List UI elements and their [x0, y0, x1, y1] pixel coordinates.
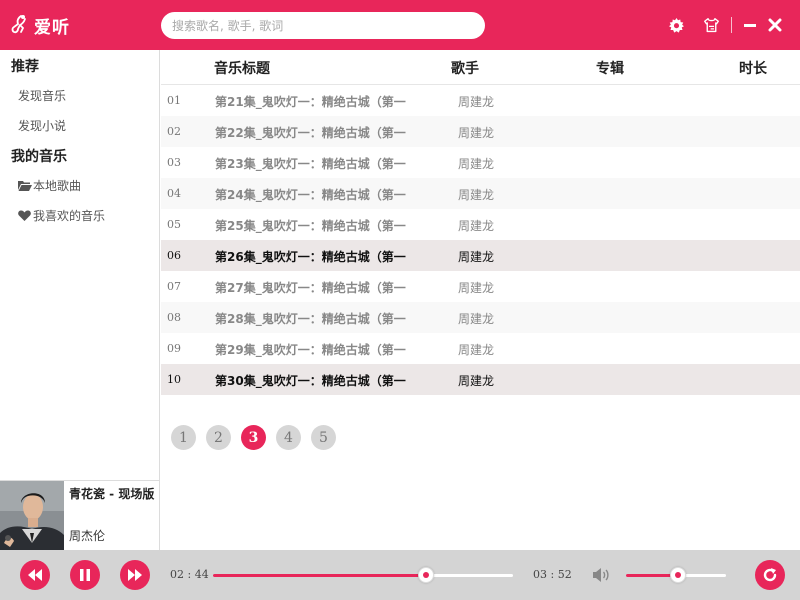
sidebar-item-label: 发现音乐: [18, 89, 67, 103]
page-button-4[interactable]: 4: [276, 425, 301, 450]
previous-button[interactable]: [20, 560, 50, 590]
row-number: 08: [167, 311, 181, 324]
close-icon[interactable]: [765, 15, 785, 35]
total-time: 03 : 52: [533, 568, 572, 581]
row-number: 10: [167, 373, 181, 386]
row-artist: 周建龙: [458, 312, 495, 326]
skin-icon[interactable]: [701, 15, 721, 35]
row-number: 07: [167, 280, 181, 293]
previous-icon: [28, 569, 42, 581]
page-button-5[interactable]: 5: [311, 425, 336, 450]
row-number: 03: [167, 156, 181, 169]
row-title: 第21集_鬼吹灯一：精绝古城（第一: [215, 95, 406, 109]
music-note-logo-icon: [11, 15, 26, 34]
column-header-duration[interactable]: 时长: [739, 58, 767, 78]
progress-handle[interactable]: [418, 567, 434, 583]
table-row[interactable]: 09 第29集_鬼吹灯一：精绝古城（第一 周建龙: [161, 333, 800, 364]
row-title: 第22集_鬼吹灯一：精绝古城（第一: [215, 126, 406, 140]
repeat-button[interactable]: [755, 560, 785, 590]
sidebar-item-label: 我喜欢的音乐: [33, 209, 106, 223]
now-playing-title[interactable]: 青花瓷 - 现场版: [69, 487, 155, 502]
title-bar: 爱听: [0, 0, 800, 50]
row-title: 第25集_鬼吹灯一：精绝古城（第一: [215, 219, 406, 233]
row-artist: 周建龙: [458, 343, 495, 357]
table-row[interactable]: 05 第25集_鬼吹灯一：精绝古城（第一 周建龙: [161, 209, 800, 240]
next-icon: [128, 569, 142, 581]
table-row-selected[interactable]: 06 第26集_鬼吹灯一：精绝古城（第一 周建龙: [161, 240, 800, 271]
page-button-2[interactable]: 2: [206, 425, 231, 450]
row-number: 04: [167, 187, 181, 200]
progress-track[interactable]: [213, 574, 513, 577]
next-button[interactable]: [120, 560, 150, 590]
sidebar-item-local-songs[interactable]: 本地歌曲: [18, 177, 81, 194]
header-divider: [731, 17, 732, 33]
column-header-album[interactable]: 专辑: [596, 58, 624, 78]
row-title: 第23集_鬼吹灯一：精绝古城（第一: [215, 157, 406, 171]
row-title: 第26集_鬼吹灯一：精绝古城（第一: [215, 250, 406, 264]
row-artist: 周建龙: [458, 250, 495, 264]
heart-icon: [18, 210, 32, 222]
row-title: 第28集_鬼吹灯一：精绝古城（第一: [215, 312, 406, 326]
repeat-icon: [763, 568, 777, 582]
player-bar: 02 : 44 03 : 52: [0, 550, 800, 600]
sidebar: 推荐 发现音乐 发现小说 我的音乐 本地歌曲 我喜欢的音乐: [0, 50, 160, 480]
row-artist: 周建龙: [458, 219, 495, 233]
row-artist: 周建龙: [458, 95, 495, 109]
album-cover-image[interactable]: [0, 481, 64, 551]
search-input[interactable]: [161, 12, 485, 39]
row-number: 01: [167, 94, 181, 107]
table-row[interactable]: 03 第23集_鬼吹灯一：精绝古城（第一 周建龙: [161, 147, 800, 178]
now-playing-artist[interactable]: 周杰伦: [69, 527, 105, 544]
table-row-playing[interactable]: 10 第30集_鬼吹灯一：精绝古城（第一 周建龙: [161, 364, 800, 395]
sidebar-item-label: 本地歌曲: [33, 179, 82, 193]
table-row[interactable]: 01 第21集_鬼吹灯一：精绝古城（第一 周建龙: [161, 85, 800, 116]
sidebar-heading-recommend: 推荐: [11, 59, 39, 75]
row-number: 06: [167, 249, 181, 262]
sidebar-item-label: 发现小说: [18, 119, 67, 133]
column-header-artist[interactable]: 歌手: [451, 58, 479, 78]
row-number: 09: [167, 342, 181, 355]
row-artist: 周建龙: [458, 281, 495, 295]
folder-icon: [18, 180, 32, 192]
page-button-1[interactable]: 1: [171, 425, 196, 450]
row-number: 05: [167, 218, 181, 231]
pause-button[interactable]: [70, 560, 100, 590]
sidebar-item-liked-music[interactable]: 我喜欢的音乐: [18, 207, 105, 224]
table-row[interactable]: 02 第22集_鬼吹灯一：精绝古城（第一 周建龙: [161, 116, 800, 147]
volume-icon[interactable]: [592, 567, 610, 583]
table-row[interactable]: 07 第27集_鬼吹灯一：精绝古城（第一 周建龙: [161, 271, 800, 302]
now-playing-panel[interactable]: 青花瓷 - 现场版 周杰伦: [0, 480, 160, 551]
sidebar-item-discover-novels[interactable]: 发现小说: [18, 117, 66, 134]
row-title: 第29集_鬼吹灯一：精绝古城（第一: [215, 343, 406, 357]
table-row[interactable]: 04 第24集_鬼吹灯一：精绝古城（第一 周建龙: [161, 178, 800, 209]
volume-handle[interactable]: [670, 567, 686, 583]
row-number: 02: [167, 125, 181, 138]
sidebar-item-discover-music[interactable]: 发现音乐: [18, 87, 66, 104]
gear-icon[interactable]: [666, 15, 686, 35]
app-logo: 爱听: [10, 12, 70, 38]
row-title: 第24集_鬼吹灯一：精绝古城（第一: [215, 188, 406, 202]
sidebar-heading-my-music: 我的音乐: [11, 149, 67, 165]
row-artist: 周建龙: [458, 157, 495, 171]
row-artist: 周建龙: [458, 188, 495, 202]
table-header: 音乐标题 歌手 专辑 时长: [161, 50, 800, 85]
app-name: 爱听: [34, 17, 70, 38]
table-row[interactable]: 08 第28集_鬼吹灯一：精绝古城（第一 周建龙: [161, 302, 800, 333]
elapsed-time: 02 : 44: [170, 568, 209, 581]
row-artist: 周建龙: [458, 374, 495, 388]
minimize-icon[interactable]: [740, 15, 760, 35]
column-header-title[interactable]: 音乐标题: [214, 58, 270, 78]
page-button-current[interactable]: 3: [241, 425, 266, 450]
row-title: 第27集_鬼吹灯一：精绝古城（第一: [215, 281, 406, 295]
row-title: 第30集_鬼吹灯一：精绝古城（第一: [215, 374, 406, 388]
progress-fill: [213, 574, 426, 577]
pause-icon: [80, 569, 90, 581]
song-list-panel: 音乐标题 歌手 专辑 时长 01 第21集_鬼吹灯一：精绝古城（第一 周建龙 0…: [161, 50, 800, 550]
row-artist: 周建龙: [458, 126, 495, 140]
